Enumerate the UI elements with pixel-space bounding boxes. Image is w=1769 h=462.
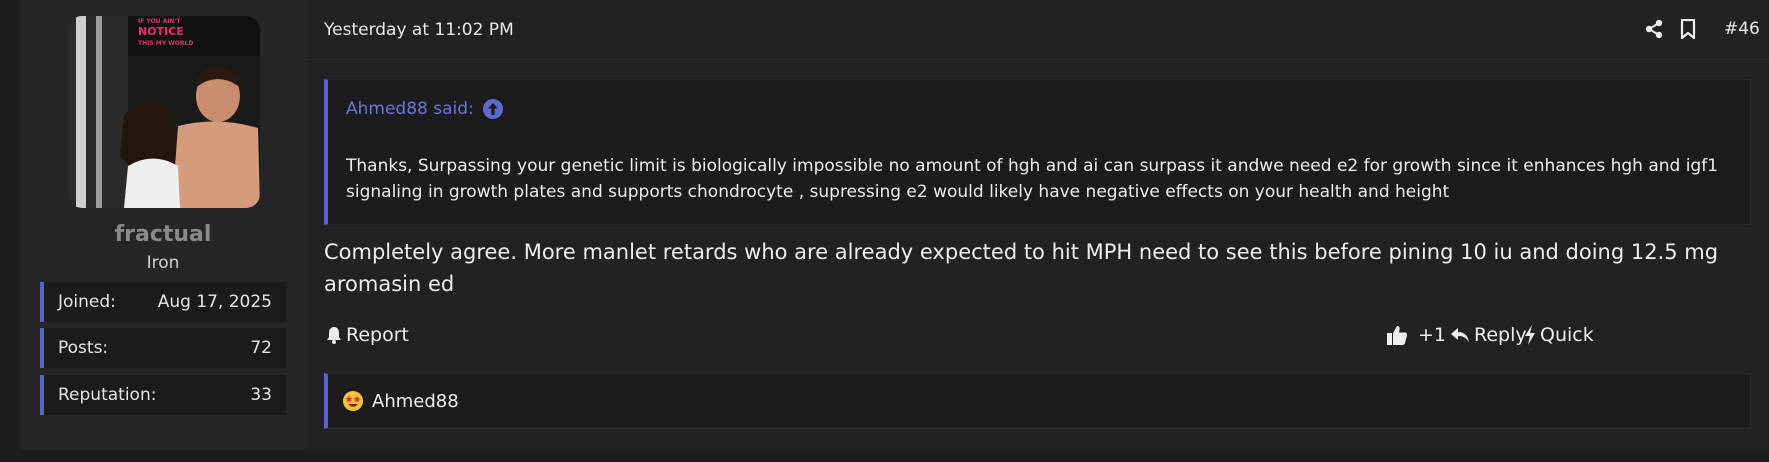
stat-joined: Joined: Aug 17, 2025	[40, 282, 286, 322]
avatar[interactable]: IF YOU AIN'T NOTICE THIS MY WORLD	[68, 16, 260, 208]
stat-value: Aug 17, 2025	[157, 292, 272, 312]
arrow-up-circle-icon[interactable]	[482, 98, 504, 120]
stat-posts: Posts: 72	[40, 328, 286, 368]
quick-reply-button[interactable]: Quick	[1524, 324, 1594, 346]
bookmark-icon[interactable]	[1680, 19, 1696, 39]
post-message: Completely agree. More manlet retards wh…	[324, 240, 1719, 296]
quick-label: Quick	[1540, 324, 1594, 346]
user-title: Iron	[146, 253, 180, 273]
report-button[interactable]: Report	[326, 324, 409, 346]
quote-block: Ahmed88 said: Thanks, Surpassing your ge…	[324, 79, 1751, 225]
reply-button[interactable]: Reply	[1450, 324, 1527, 346]
like-count: +1	[1418, 324, 1447, 346]
quote-text: Thanks, Surpassing your genetic limit is…	[346, 156, 1719, 202]
bolt-icon	[1524, 324, 1536, 346]
stat-label: Posts:	[58, 338, 109, 358]
stat-reputation: Reputation: 33	[40, 375, 286, 415]
post-main: Yesterday at 11:02 PM #46 Ahmed88 said: …	[306, 0, 1769, 450]
user-sidebar: IF YOU AIN'T NOTICE THIS MY WORLD fractu…	[20, 0, 306, 450]
share-icon[interactable]	[1644, 19, 1664, 39]
star-struck-emoji-icon	[342, 390, 364, 412]
stat-label: Reputation:	[58, 385, 157, 405]
stat-label: Joined:	[58, 292, 116, 312]
avatar-overlay-text: IF YOU AIN'T NOTICE THIS MY WORLD	[138, 18, 194, 47]
stat-value: 72	[250, 338, 272, 358]
like-button[interactable]: +1	[1386, 324, 1446, 346]
thumbs-up-icon	[1386, 324, 1408, 346]
quote-header[interactable]: Ahmed88 said:	[346, 98, 504, 120]
reply-icon	[1450, 326, 1470, 344]
reply-label: Reply	[1474, 324, 1527, 346]
stat-value: 33	[250, 385, 272, 405]
post-container: IF YOU AIN'T NOTICE THIS MY WORLD fractu…	[20, 0, 1769, 450]
bell-icon	[326, 326, 342, 344]
post-header: Yesterday at 11:02 PM #46	[306, 0, 1769, 60]
post-footer: Report +1 Reply Quick	[324, 321, 1754, 351]
post-date[interactable]: Yesterday at 11:02 PM	[324, 20, 514, 40]
username[interactable]: fractual	[20, 222, 306, 247]
reactions-bar[interactable]: Ahmed88	[324, 373, 1751, 429]
report-label: Report	[346, 324, 409, 346]
quote-author[interactable]: Ahmed88 said:	[346, 99, 474, 119]
post-number[interactable]: #46	[1724, 19, 1760, 39]
reaction-user[interactable]: Ahmed88	[372, 391, 459, 412]
